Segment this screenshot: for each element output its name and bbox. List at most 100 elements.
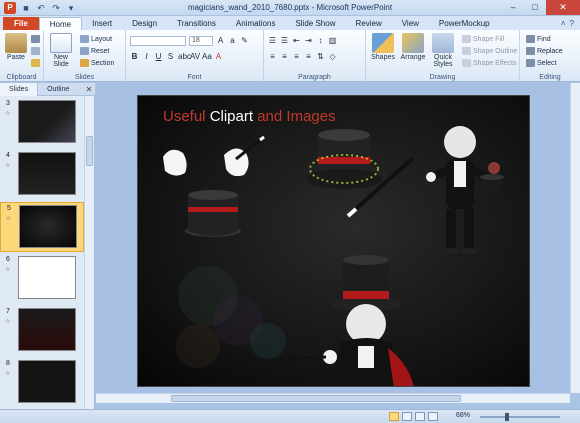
close-pane-icon[interactable]: ✕	[83, 83, 95, 95]
shape-fill-button[interactable]: Shape Fill	[462, 34, 504, 44]
outline-icon	[462, 47, 471, 55]
shape-outline-button[interactable]: Shape Outline	[462, 46, 517, 56]
normal-view-icon[interactable]	[389, 412, 399, 421]
minimize-button[interactable]: –	[502, 0, 524, 15]
bullets-icon[interactable]: ☰	[268, 36, 277, 45]
slides-scrollbar[interactable]	[84, 96, 94, 409]
tab-animations[interactable]: Animations	[226, 17, 286, 30]
shapes-button[interactable]: Shapes	[370, 33, 396, 61]
help-icon[interactable]: ?	[570, 19, 574, 28]
font-name-box[interactable]	[130, 36, 186, 46]
ribbon-tabs: File Home Insert Design Transitions Anim…	[0, 16, 580, 30]
spacing-icon[interactable]: AV	[190, 52, 200, 61]
bold-icon[interactable]: B	[130, 52, 139, 61]
select-button[interactable]: Select	[526, 58, 556, 68]
copy-button[interactable]	[31, 46, 40, 56]
clear-format-icon[interactable]: ✎	[240, 36, 249, 45]
slide-thumbnail-selected[interactable]: 5 ☆	[0, 202, 84, 252]
slide-thumbnail[interactable]: 8 ☆	[0, 358, 84, 408]
tab-review[interactable]: Review	[345, 17, 391, 30]
columns-icon[interactable]: ▥	[328, 36, 337, 45]
minimize-ribbon-icon[interactable]: ˄	[561, 19, 566, 28]
align-center-icon[interactable]: ≡	[280, 52, 289, 61]
window-controls: – □ ✕	[502, 0, 580, 15]
title-bar: P ■ ↶ ↷ ▾ magicians_wand_2010_7680.pptx …	[0, 0, 580, 16]
quick-styles-button[interactable]: Quick Styles	[430, 33, 456, 68]
tab-design[interactable]: Design	[122, 17, 167, 30]
font-color-icon[interactable]: A	[214, 52, 223, 61]
find-button[interactable]: Find	[526, 34, 551, 44]
slide-thumbnail[interactable]: 6 ☆	[0, 254, 84, 304]
numbering-icon[interactable]: ☰	[280, 36, 289, 45]
slide-sorter-icon[interactable]	[402, 412, 412, 421]
shape-effects-button[interactable]: Shape Effects	[462, 58, 516, 68]
clipboard-label: Clipboard	[6, 74, 37, 81]
align-right-icon[interactable]: ≡	[292, 52, 301, 61]
top-hat-with-wand-clipart	[306, 129, 415, 218]
scroll-thumb[interactable]	[86, 136, 93, 166]
animation-icon: ☆	[6, 216, 12, 222]
slideshow-icon[interactable]	[428, 412, 438, 421]
slides-group: New Slide Layout Reset Section Slides	[44, 30, 126, 82]
slide-scrollbar-vertical[interactable]	[570, 83, 580, 393]
magician-character-clipart	[287, 255, 414, 386]
arrange-button[interactable]: Arrange	[400, 33, 426, 61]
shapes-icon	[372, 33, 394, 53]
section-button[interactable]: Section	[80, 58, 114, 68]
fill-icon	[462, 35, 471, 43]
increase-indent-icon[interactable]: ⇥	[304, 36, 313, 45]
drawing-group: Shapes Arrange Quick Styles Shape Fill S…	[366, 30, 520, 82]
scroll-thumb[interactable]	[171, 395, 461, 402]
new-slide-button[interactable]: New Slide	[48, 33, 74, 68]
slide-thumbnail[interactable]: 3 ☆	[0, 98, 84, 148]
drawing-label: Drawing	[429, 74, 456, 81]
text-direction-icon[interactable]: ⇅	[316, 52, 325, 61]
slide-clipart	[163, 126, 504, 386]
paste-button[interactable]: Paste	[3, 33, 29, 61]
format-painter-button[interactable]	[31, 58, 40, 68]
animation-icon: ☆	[5, 319, 11, 325]
shadow-icon[interactable]: abc	[178, 52, 191, 61]
smartart-icon[interactable]: ◇	[328, 52, 337, 61]
layout-button[interactable]: Layout	[80, 34, 112, 44]
slide-thumbnail-image	[18, 360, 76, 403]
slide-scrollbar-horizontal[interactable]	[96, 393, 570, 403]
zoom-slider[interactable]	[480, 413, 560, 421]
justify-icon[interactable]: ≡	[304, 52, 313, 61]
tab-transitions[interactable]: Transitions	[167, 17, 226, 30]
tab-powermockup[interactable]: PowerMockup	[429, 17, 500, 30]
close-button[interactable]: ✕	[546, 0, 580, 15]
slide-thumbnail-image	[18, 152, 76, 195]
tab-home[interactable]: Home	[38, 17, 83, 30]
ribbon: Paste Clipboard New Slide Layout Reset S…	[0, 30, 580, 82]
slide-thumbnail[interactable]: 4 ☆	[0, 150, 84, 200]
decrease-indent-icon[interactable]: ⇤	[292, 36, 301, 45]
underline-icon[interactable]: U	[154, 52, 163, 61]
replace-button[interactable]: Replace	[526, 46, 563, 56]
strikethrough-icon[interactable]: S	[166, 52, 175, 61]
animation-icon: ☆	[5, 267, 11, 273]
tab-view[interactable]: View	[392, 17, 429, 30]
reading-view-icon[interactable]	[415, 412, 425, 421]
tab-slide-show[interactable]: Slide Show	[285, 17, 345, 30]
tab-outline[interactable]: Outline	[38, 83, 78, 96]
tab-file[interactable]: File	[3, 17, 39, 30]
font-size-box[interactable]: 18	[189, 36, 213, 46]
tab-slides[interactable]: Slides	[0, 83, 39, 96]
grow-font-icon[interactable]: A	[216, 36, 225, 45]
reset-button[interactable]: Reset	[80, 46, 109, 56]
zoom-slider-knob[interactable]	[505, 413, 510, 421]
editing-label: Editing	[539, 74, 561, 81]
cut-button[interactable]	[31, 34, 40, 44]
slide-thumbnail[interactable]: 7 ☆	[0, 306, 84, 356]
italic-icon[interactable]: I	[142, 52, 151, 61]
case-icon[interactable]: Aa	[202, 52, 212, 61]
tab-insert[interactable]: Insert	[82, 17, 122, 30]
shrink-font-icon[interactable]: a	[228, 36, 237, 45]
align-left-icon[interactable]: ≡	[268, 52, 277, 61]
maximize-button[interactable]: □	[524, 0, 546, 15]
current-slide[interactable]: Useful Clipart and Images	[137, 95, 530, 387]
zoom-level[interactable]: 68%	[456, 412, 470, 419]
line-spacing-icon[interactable]: ↕	[316, 36, 325, 45]
arrange-icon	[402, 33, 424, 53]
